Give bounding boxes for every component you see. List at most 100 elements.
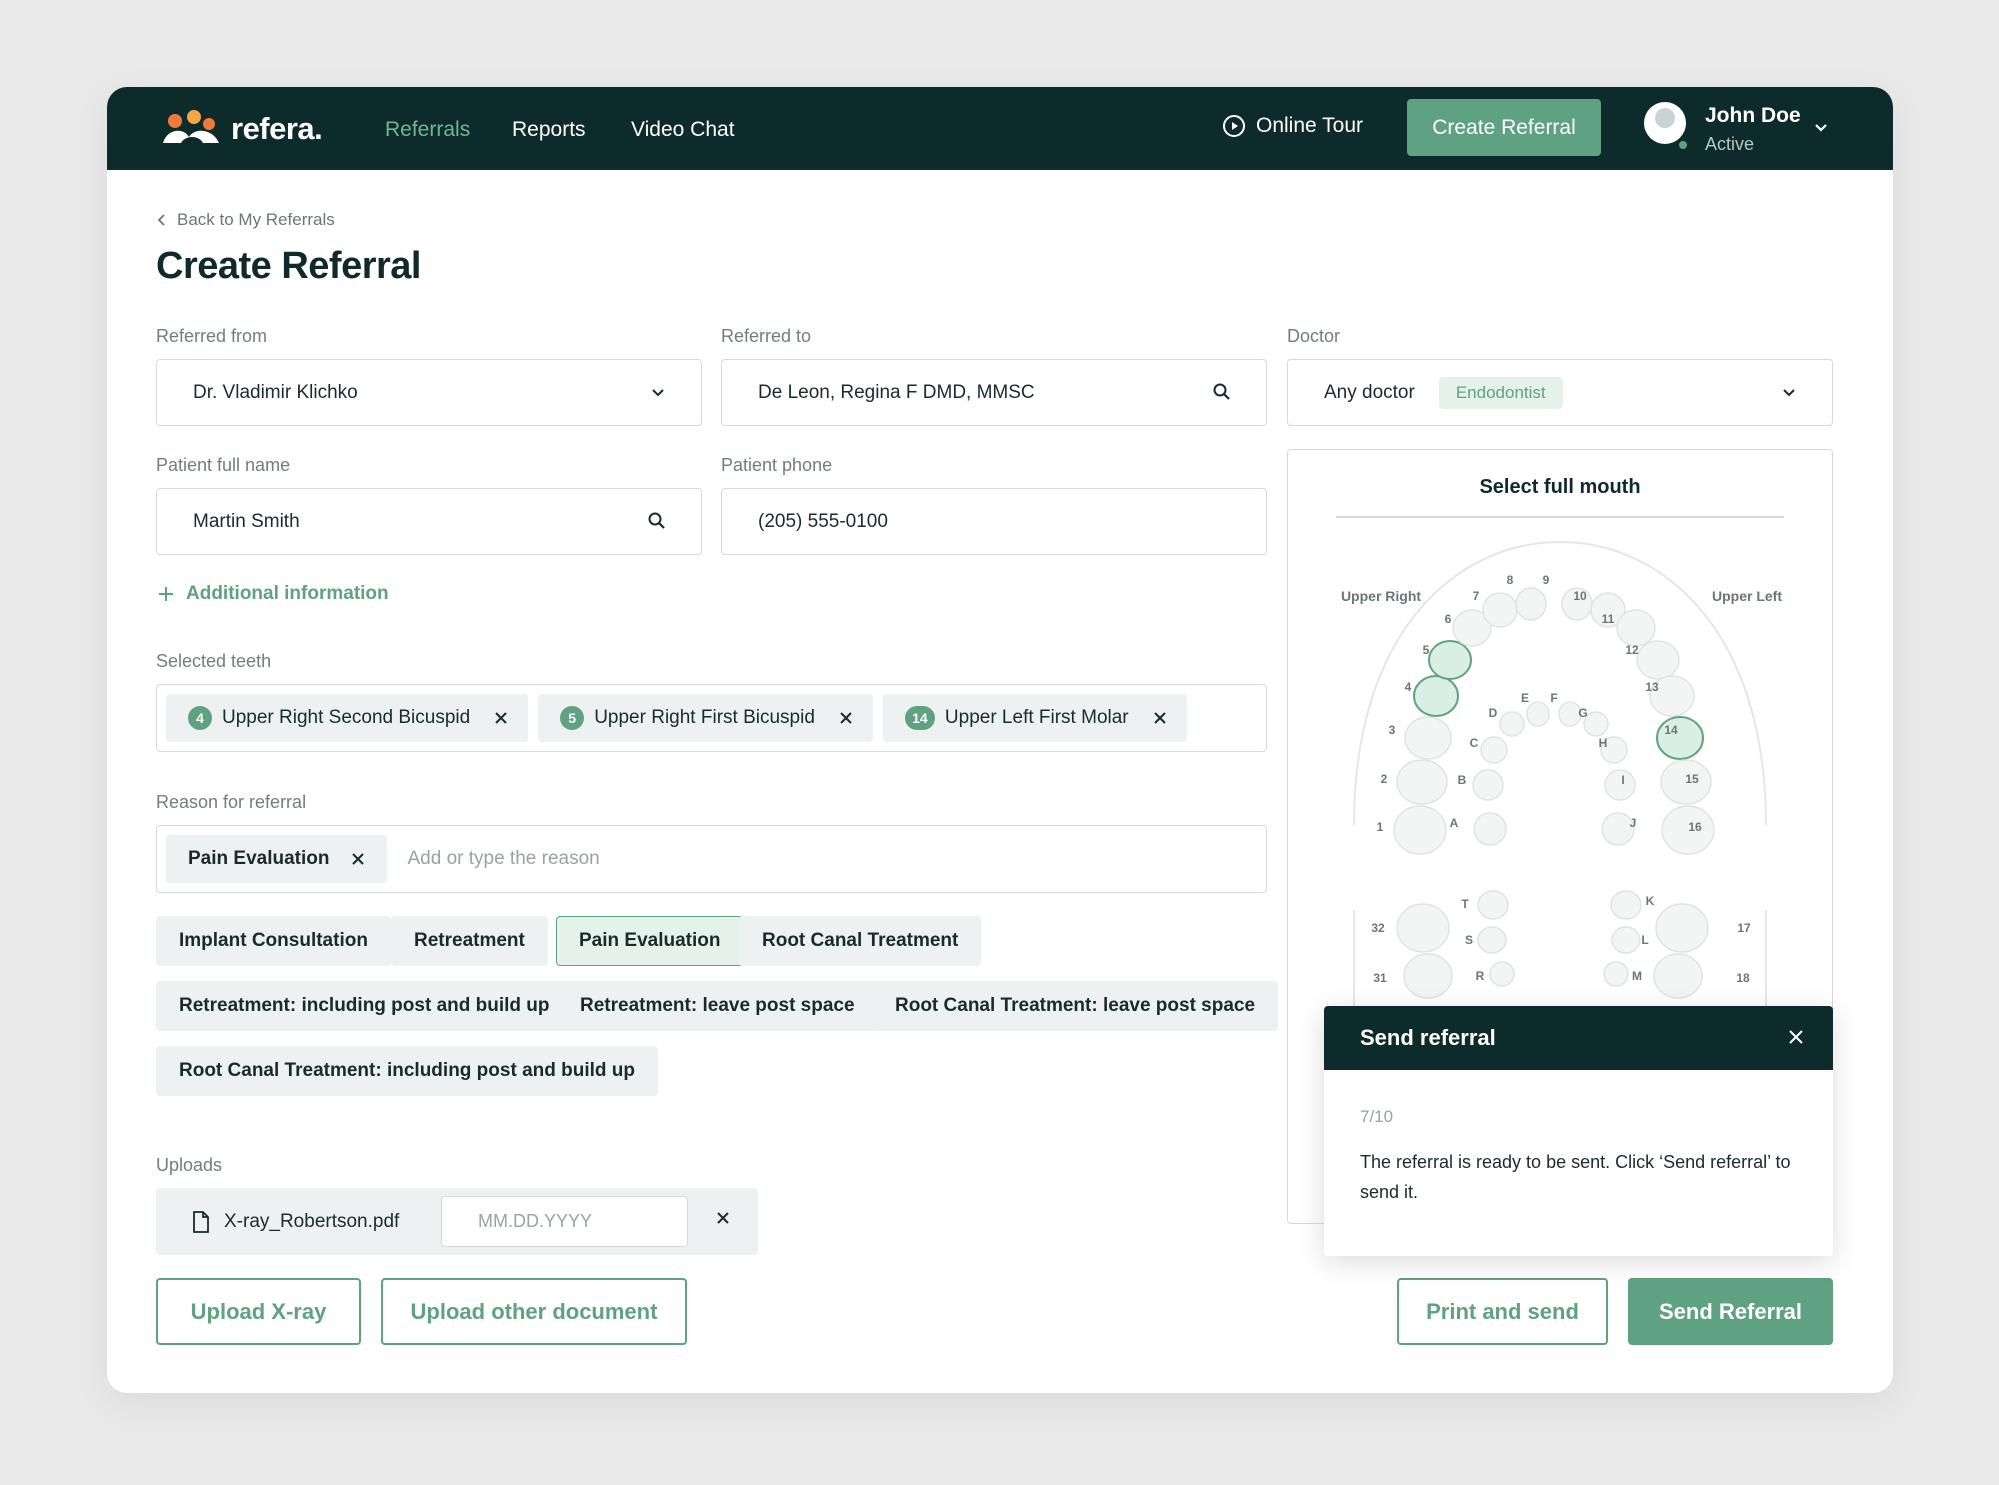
upper-right-label: Upper Right	[1341, 588, 1421, 604]
tooth-number-badge: 5	[560, 706, 585, 730]
send-referral-button[interactable]: Send Referral	[1628, 1278, 1833, 1345]
tooltip-body: The referral is ready to be sent. Click …	[1360, 1152, 1791, 1202]
search-icon[interactable]	[1212, 382, 1232, 402]
doctor-select[interactable]: Any doctor Endodontist	[1287, 359, 1833, 426]
upload-other-document-button[interactable]: Upload other document	[381, 1278, 687, 1345]
user-name[interactable]: John Doe	[1705, 104, 1801, 128]
chevron-down-icon[interactable]	[1813, 120, 1829, 136]
tooth[interactable]	[1611, 926, 1641, 954]
tooth-label: T	[1461, 897, 1469, 911]
tooth-label: 11	[1602, 612, 1615, 626]
tooth[interactable]	[1473, 812, 1507, 846]
tooth-number-badge: 14	[904, 706, 935, 730]
tooth-selected[interactable]	[1413, 675, 1459, 717]
tooth-label: J	[1630, 816, 1637, 830]
tooth-label: 5	[1423, 643, 1430, 657]
tooth[interactable]	[1653, 953, 1703, 999]
tooth[interactable]	[1477, 890, 1509, 920]
reason-option[interactable]: Retreatment: leave post space	[557, 981, 878, 1031]
tooth-label: 2	[1381, 772, 1388, 786]
upload-file-row: X-ray_Robertson.pdf	[156, 1188, 758, 1255]
patient-name-label: Patient full name	[156, 455, 291, 475]
selected-teeth-box[interactable]: 4 Upper Right Second Bicuspid 5 Upper Ri…	[156, 684, 1267, 752]
close-icon[interactable]	[1787, 1028, 1805, 1046]
referred-to-input[interactable]: De Leon, Regina F DMD, MMSC	[721, 359, 1267, 426]
close-icon[interactable]	[494, 711, 508, 725]
tooth[interactable]	[1396, 759, 1448, 805]
reason-label: Reason for referral	[156, 792, 307, 812]
nav-reports[interactable]: Reports	[512, 118, 586, 142]
online-tour-link[interactable]: Online Tour	[1222, 114, 1363, 138]
status-dot	[1677, 139, 1689, 151]
tooth-label: G	[1578, 706, 1587, 720]
tooth[interactable]	[1610, 890, 1642, 920]
patient-phone-input[interactable]: (205) 555-0100	[721, 488, 1267, 555]
tooth-label: M	[1632, 969, 1642, 983]
reason-option[interactable]: Retreatment: including post and build up	[156, 981, 573, 1031]
tooth-label: 8	[1507, 573, 1514, 587]
avatar[interactable]	[1644, 102, 1686, 144]
tooth-label: F	[1550, 691, 1557, 705]
reason-option[interactable]: Retreatment	[391, 916, 548, 966]
tooth-label: 10	[1573, 589, 1587, 603]
tooth-label: 3	[1389, 723, 1396, 737]
close-icon[interactable]	[351, 852, 365, 866]
plus-icon	[159, 587, 173, 601]
tooth[interactable]	[1604, 769, 1636, 801]
reason-option-selected[interactable]: Pain Evaluation	[556, 916, 744, 966]
tooth-number-badge: 4	[188, 706, 212, 730]
tooth-label: 16	[1688, 820, 1702, 834]
reason-input-box[interactable]: Pain Evaluation	[156, 825, 1267, 893]
reason-option[interactable]: Implant Consultation	[156, 916, 391, 966]
tooth[interactable]	[1393, 805, 1447, 855]
reason-text-input[interactable]	[407, 848, 1008, 870]
nav-video-chat[interactable]: Video Chat	[631, 118, 735, 142]
upload-date-input[interactable]	[441, 1196, 688, 1247]
tooth[interactable]	[1489, 961, 1515, 987]
nav-referrals[interactable]: Referrals	[385, 118, 470, 142]
tooth[interactable]	[1477, 926, 1507, 954]
tooth[interactable]	[1616, 609, 1656, 647]
teeth-layer[interactable]: 12345678 910111213141516ABCDE FGHIJ3231171…	[1371, 573, 1751, 999]
additional-information-link[interactable]: Additional information	[157, 583, 389, 605]
tooth-selected[interactable]	[1428, 640, 1472, 680]
close-icon[interactable]	[1153, 711, 1167, 725]
tooth-label: K	[1646, 894, 1655, 908]
user-avatar-wrap[interactable]	[1644, 102, 1686, 144]
tooth[interactable]	[1603, 961, 1629, 987]
close-icon[interactable]	[716, 1211, 730, 1225]
tooth[interactable]	[1515, 587, 1547, 621]
tooth[interactable]	[1396, 903, 1450, 953]
reason-option[interactable]: Root Canal Treatment: including post and…	[156, 1046, 658, 1096]
reason-chip-label: Pain Evaluation	[188, 848, 330, 869]
upload-xray-button[interactable]: Upload X-ray	[156, 1278, 361, 1345]
tooth[interactable]	[1482, 592, 1518, 628]
referred-from-select[interactable]: Dr. Vladimir Klichko	[156, 359, 702, 426]
tooth[interactable]	[1404, 716, 1452, 760]
tooth-chip: 5 Upper Right First Bicuspid	[538, 694, 873, 742]
create-referral-button[interactable]: Create Referral	[1407, 99, 1601, 156]
tooth-label: 6	[1445, 612, 1452, 626]
tooth-label: A	[1450, 816, 1459, 830]
tooth[interactable]	[1526, 701, 1550, 727]
reason-option[interactable]: Root Canal Treatment	[739, 916, 982, 966]
back-link[interactable]: Back to My Referrals	[157, 210, 335, 230]
tooth[interactable]	[1499, 711, 1525, 737]
print-and-send-button[interactable]: Print and send	[1397, 1278, 1608, 1345]
tooth-label: 31	[1373, 971, 1387, 985]
close-icon[interactable]	[839, 711, 853, 725]
tooth[interactable]	[1480, 736, 1508, 764]
referred-from-value: Dr. Vladimir Klichko	[193, 381, 358, 403]
back-label: Back to My Referrals	[177, 210, 335, 229]
upper-left-label: Upper Left	[1712, 588, 1782, 604]
tooth[interactable]	[1403, 953, 1453, 999]
tooth[interactable]	[1636, 640, 1680, 680]
selected-teeth-label: Selected teeth	[156, 651, 272, 671]
tooth[interactable]	[1472, 769, 1504, 801]
patient-name-input[interactable]: Martin Smith	[156, 488, 702, 555]
tooth[interactable]	[1655, 903, 1709, 953]
tooth-chip-label: Upper Right First Bicuspid	[594, 707, 815, 728]
refera-logo[interactable]: refera.	[161, 109, 323, 149]
reason-option[interactable]: Root Canal Treatment: leave post space	[872, 981, 1279, 1031]
search-icon[interactable]	[647, 511, 667, 531]
